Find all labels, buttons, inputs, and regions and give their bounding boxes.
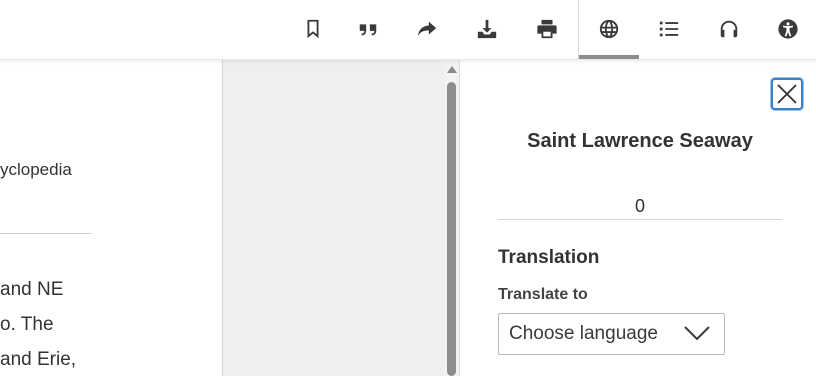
- headphones-icon: [720, 20, 738, 38]
- close-button[interactable]: [771, 78, 803, 110]
- accessibility-button[interactable]: [759, 0, 816, 58]
- toolbar-divider: [578, 0, 579, 60]
- download-icon: [477, 19, 497, 39]
- article-source: yclopedia: [0, 160, 72, 179]
- chevron-down-icon: [684, 326, 710, 341]
- share-button[interactable]: [398, 0, 456, 58]
- gutter-area: [222, 60, 446, 376]
- print-button[interactable]: [518, 0, 576, 58]
- scroll-up-arrow-icon[interactable]: [447, 66, 457, 73]
- scroll-thumb[interactable]: [447, 82, 456, 376]
- language-select-value: Choose language: [509, 323, 658, 344]
- accessibility-icon: [778, 19, 798, 39]
- article-line: and Erie,: [0, 349, 77, 370]
- list-icon: [659, 21, 679, 37]
- active-tab-indicator: [579, 55, 639, 59]
- translate-button[interactable]: [580, 0, 638, 58]
- bookmark-button[interactable]: [284, 0, 342, 58]
- share-arrow-icon: [417, 21, 437, 36]
- printer-icon: [537, 19, 557, 39]
- translation-panel: Saint Lawrence Seaway 0 Translation Tran…: [460, 60, 816, 376]
- download-button[interactable]: [458, 0, 516, 58]
- listen-button[interactable]: [700, 0, 758, 58]
- article-line: o. The: [0, 314, 54, 335]
- language-select[interactable]: Choose language: [498, 313, 725, 355]
- article-line: and NE: [0, 279, 64, 300]
- cite-button[interactable]: [339, 0, 397, 58]
- close-icon: [777, 84, 797, 104]
- toolbar: [0, 0, 816, 60]
- count-value: 0: [498, 196, 782, 220]
- article-content: yclopedia and NE o. The and Erie,: [0, 60, 222, 376]
- contents-button[interactable]: [640, 0, 698, 58]
- translate-to-label: Translate to: [498, 286, 588, 303]
- translation-heading: Translation: [498, 247, 600, 268]
- quote-icon: [359, 24, 377, 36]
- article-divider: [0, 233, 92, 234]
- bookmark-icon: [307, 19, 319, 39]
- scrollbar[interactable]: [444, 60, 460, 376]
- panel-title: Saint Lawrence Seaway: [527, 130, 753, 152]
- globe-icon: [599, 19, 619, 39]
